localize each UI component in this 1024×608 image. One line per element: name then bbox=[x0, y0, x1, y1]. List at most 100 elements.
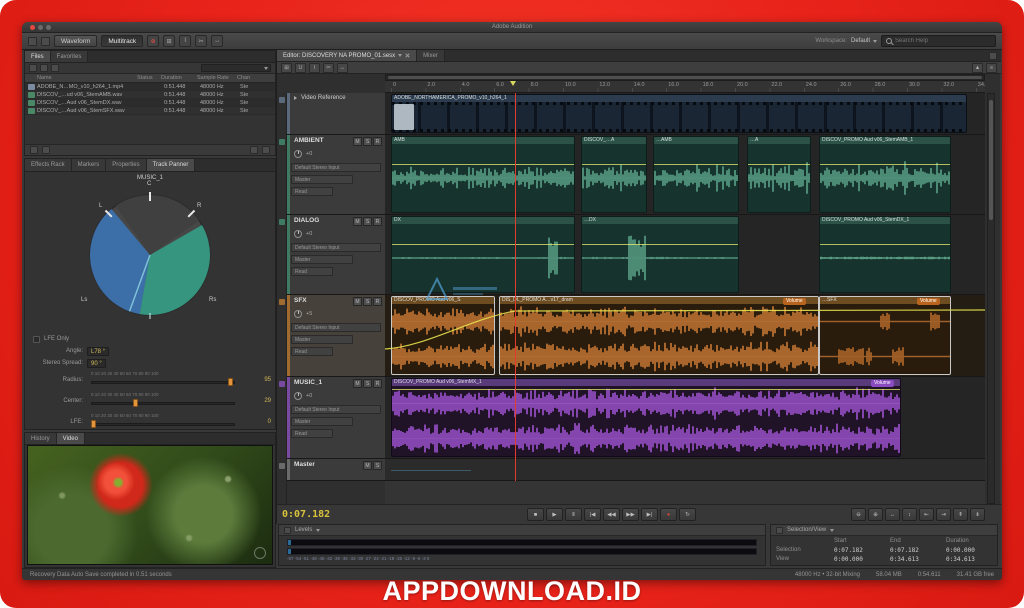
mute-button[interactable]: M bbox=[353, 379, 362, 388]
volume-knob[interactable] bbox=[294, 230, 302, 238]
arm-record-button[interactable]: R bbox=[373, 379, 382, 388]
volume-knob[interactable] bbox=[294, 150, 302, 158]
volume-envelope-badge[interactable]: Volume bbox=[917, 298, 940, 305]
automation-mode-selector[interactable]: Read bbox=[291, 267, 333, 276]
move-tool-icon[interactable]: ⊞ bbox=[163, 35, 175, 47]
solo-button[interactable]: S bbox=[363, 217, 372, 226]
center-slider-track[interactable] bbox=[91, 402, 235, 405]
audio-clip[interactable]: …SFX bbox=[819, 296, 951, 375]
multitrack-view-button[interactable]: Multitrack bbox=[101, 35, 143, 47]
col-name[interactable]: Name bbox=[25, 75, 137, 81]
pause-button[interactable]: Ⅱ bbox=[565, 508, 582, 521]
zoom-navigator-thumb[interactable] bbox=[388, 76, 982, 79]
fast-forward-button[interactable]: ▶▶ bbox=[622, 508, 639, 521]
arm-record-button[interactable]: R bbox=[373, 137, 382, 146]
mute-button[interactable]: M bbox=[353, 217, 362, 226]
center-slider-knob[interactable] bbox=[133, 399, 138, 407]
ibeam-tool-icon[interactable]: I bbox=[309, 63, 320, 73]
tab-markers[interactable]: Markers bbox=[72, 159, 107, 171]
tab-history[interactable]: History bbox=[25, 433, 57, 444]
sv-selection-duration[interactable]: 0:00.000 bbox=[943, 546, 999, 555]
rewind-button[interactable]: ◀◀ bbox=[603, 508, 620, 521]
input-selector[interactable]: Default Stereo Input bbox=[291, 163, 381, 172]
slip-tool-icon[interactable]: ↔ bbox=[211, 35, 223, 47]
mute-button[interactable]: M bbox=[353, 137, 362, 146]
zoom-out-button[interactable]: ⊖ bbox=[851, 508, 866, 521]
solo-button[interactable]: S bbox=[363, 379, 372, 388]
play-button[interactable]: ▶ bbox=[546, 508, 563, 521]
video-clip[interactable]: ADOBE_NORTHAMERICA_PROMO_v10_h264_1 bbox=[391, 94, 967, 133]
sv-view-duration[interactable]: 0:34.613 bbox=[943, 555, 999, 564]
zoom-navigator[interactable] bbox=[385, 74, 985, 81]
zoom-to-in-point-button[interactable]: ⇤ bbox=[919, 508, 934, 521]
arm-record-button[interactable]: R bbox=[373, 297, 382, 306]
panel-menu-icon[interactable] bbox=[989, 52, 997, 60]
tab-effects-rack[interactable]: Effects Rack bbox=[25, 159, 72, 171]
zoom-vertical-button[interactable]: ↕ bbox=[902, 508, 917, 521]
record-button[interactable]: ● bbox=[660, 508, 677, 521]
time-selection-tool-icon[interactable]: I bbox=[179, 35, 191, 47]
panel-toggle2-icon[interactable] bbox=[41, 37, 50, 46]
angle-value[interactable]: L78 ° bbox=[87, 347, 109, 356]
audio-clip[interactable]: AMB bbox=[391, 136, 575, 213]
output-selector[interactable]: Master bbox=[291, 255, 353, 264]
sv-selection-start[interactable]: 0:07.182 bbox=[831, 546, 887, 555]
track-header-dialog[interactable]: DIALOG M S R +0 Default Stereo Input Mas… bbox=[287, 215, 385, 295]
volume-knob[interactable] bbox=[294, 392, 302, 400]
col-channels[interactable]: Chan bbox=[237, 75, 259, 81]
spot-healing-tool-icon[interactable]: ⊕ bbox=[147, 35, 159, 47]
stereo-spread-value[interactable]: 90 ° bbox=[87, 359, 106, 368]
sv-view-start[interactable]: 0:00.000 bbox=[831, 555, 887, 564]
input-selector[interactable]: Default Stereo Input bbox=[291, 323, 381, 332]
input-selector[interactable]: Default Stereo Input bbox=[291, 243, 381, 252]
volume-envelope-badge[interactable]: Volume bbox=[871, 380, 894, 387]
audio-clip[interactable]: …DX bbox=[581, 216, 739, 293]
track-header-master[interactable]: Master M S bbox=[287, 459, 385, 481]
video-track-header[interactable]: Video Reference bbox=[287, 93, 385, 135]
waveform-view-button[interactable]: Waveform bbox=[54, 35, 97, 47]
tab-track-panner[interactable]: Track Panner bbox=[147, 159, 196, 171]
tab-properties[interactable]: Properties bbox=[106, 159, 146, 171]
metronome-icon[interactable]: ▲ bbox=[972, 63, 983, 73]
panel-toggle-icon[interactable] bbox=[28, 37, 37, 46]
audio-clip[interactable]: …AMB bbox=[653, 136, 739, 213]
zoom-to-out-point-button[interactable]: ⇥ bbox=[936, 508, 951, 521]
sv-view-end[interactable]: 0:34.613 bbox=[887, 555, 943, 564]
surround-pan-field[interactable]: C L R Ls Rs bbox=[75, 183, 225, 333]
audio-clip[interactable]: DISCOV_…A bbox=[581, 136, 647, 213]
razor-edit-icon[interactable]: ✂ bbox=[323, 63, 334, 73]
file-row[interactable]: DISCOV_…ud v06_StemAMB.wav 0:51.448 4800… bbox=[25, 91, 275, 99]
lfe-slider-track[interactable] bbox=[91, 423, 235, 426]
zoom-in-button[interactable]: ⊕ bbox=[868, 508, 883, 521]
playhead[interactable] bbox=[515, 93, 516, 481]
lfe-only-checkbox[interactable] bbox=[33, 336, 40, 343]
mute-button[interactable]: M bbox=[353, 297, 362, 306]
radius-slider-knob[interactable] bbox=[228, 378, 233, 386]
loop-preview-icon[interactable] bbox=[30, 146, 38, 154]
go-to-start-button[interactable]: |◀ bbox=[584, 508, 601, 521]
speaker-icon[interactable] bbox=[250, 146, 258, 154]
loop-playback-button[interactable]: ↻ bbox=[679, 508, 696, 521]
chevron-down-icon[interactable] bbox=[830, 529, 834, 532]
input-selector[interactable]: Default Stereo Input bbox=[291, 405, 381, 414]
razor-tool-icon[interactable]: ✂ bbox=[195, 35, 207, 47]
tab-mixer[interactable]: Mixer bbox=[417, 50, 445, 61]
timeline-content[interactable]: ADOBE_NORTHAMERICA_PROMO_v10_h264_1 AMB … bbox=[385, 93, 985, 504]
file-row[interactable]: ADOBE_N…MO_v10_h264_1.mp4 0:51.448 48000… bbox=[25, 83, 275, 91]
volume-envelope-badge[interactable]: Volume bbox=[783, 298, 806, 305]
zoom-to-selection-button[interactable]: ⇞ bbox=[953, 508, 968, 521]
playhead-time-display[interactable]: 0:07.182 bbox=[282, 509, 330, 520]
audio-clip[interactable]: DISCOV_PROMO Aud v06_StemMX_1 bbox=[391, 378, 901, 457]
minimize-window-icon[interactable] bbox=[38, 25, 43, 30]
solo-button[interactable]: S bbox=[373, 461, 382, 470]
file-row[interactable]: DISCOV_…Aud v06_StemDX.wav 0:51.448 4800… bbox=[25, 99, 275, 107]
output-selector[interactable]: Master bbox=[291, 335, 353, 344]
output-selector[interactable]: Master bbox=[291, 175, 353, 184]
tab-video[interactable]: Video bbox=[57, 433, 85, 444]
workspace-dropdown[interactable]: Default bbox=[851, 38, 877, 44]
tab-favorites[interactable]: Favorites bbox=[51, 51, 89, 62]
output-selector[interactable]: Master bbox=[291, 417, 353, 426]
audio-clip[interactable]: DISCOV_PROMO Aud v06_S bbox=[391, 296, 495, 375]
magnet-snap-icon[interactable]: U bbox=[295, 63, 306, 73]
automation-mode-selector[interactable]: Read bbox=[291, 187, 333, 196]
